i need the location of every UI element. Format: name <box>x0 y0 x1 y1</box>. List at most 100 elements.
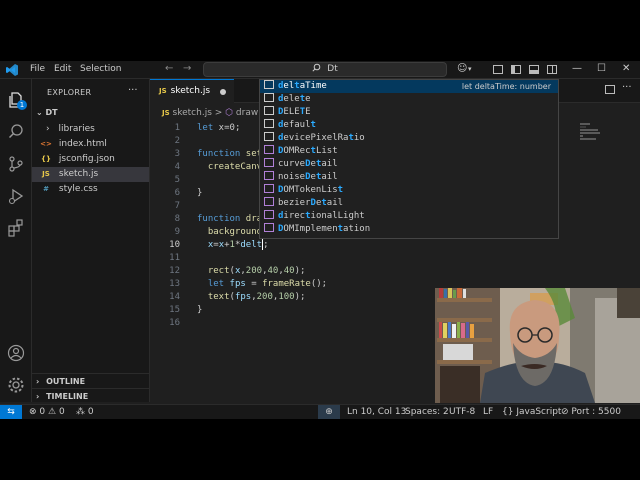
tree-item-label: libraries <box>58 124 95 134</box>
tree-item-libraries[interactable]: › libraries <box>32 122 149 137</box>
tree-item-jsconfig-json[interactable]: {} jsconfig.json <box>32 152 149 167</box>
breadcrumb-symbol[interactable]: draw <box>236 108 258 118</box>
code-line[interactable]: } <box>197 304 202 317</box>
code-line[interactable]: function dra <box>197 213 262 226</box>
code-line[interactable]: background <box>197 226 262 239</box>
suggestion-item[interactable]: DOMTokenList <box>260 184 558 197</box>
breadcrumb-separator: > <box>214 108 223 118</box>
code-token: 40 <box>283 266 295 276</box>
menu-edit[interactable]: Edit <box>54 64 71 74</box>
suggestion-item[interactable]: bezierDetail <box>260 197 558 210</box>
unsaved-dot-icon[interactable] <box>220 89 226 95</box>
suggestion-text: ionalLight <box>310 211 365 221</box>
copilot-icon[interactable]: ☺ <box>457 63 467 74</box>
tree-item-index-html[interactable]: <> index.html <box>32 137 149 152</box>
extensions-icon[interactable] <box>7 219 25 237</box>
menu-selection[interactable]: Selection <box>80 64 121 74</box>
code-line[interactable]: function set <box>197 148 262 161</box>
more-actions-icon[interactable]: ··· <box>622 82 632 93</box>
indentation[interactable]: Spaces: 2 <box>405 405 449 419</box>
suggestion-text: ele <box>283 94 300 104</box>
toggle-secondary-sidebar-icon[interactable] <box>529 65 539 74</box>
chevron-down-icon[interactable]: ▾ <box>468 65 472 73</box>
suggestion-item[interactable]: noiseDetail <box>260 171 558 184</box>
line-number: 2 <box>174 136 180 146</box>
line-number: 11 <box>169 253 180 263</box>
suggestion-item[interactable]: delete <box>260 93 558 106</box>
suggestion-text: OMImplemen <box>283 224 338 234</box>
suggestion-item[interactable]: deltaTime let deltaTime: number <box>260 80 558 93</box>
ports-indicator[interactable]: ⁂ 0 <box>76 405 94 419</box>
split-editor-icon[interactable] <box>605 85 615 94</box>
code-token: } <box>197 188 203 198</box>
code-token: ; <box>263 240 269 250</box>
code-token: let <box>207 279 225 289</box>
tab-sketch-js[interactable]: JS sketch.js <box>150 79 234 103</box>
end-of-line[interactable]: LF <box>483 405 493 419</box>
toggle-panel-icon[interactable] <box>511 65 521 74</box>
language-label: JavaScript <box>516 407 562 417</box>
cursor-position[interactable]: Ln 10, Col 13 <box>347 405 406 419</box>
back-arrow-icon[interactable]: ← <box>165 63 173 74</box>
outline-section[interactable]: › OUTLINE <box>32 373 149 388</box>
run-debug-icon[interactable] <box>7 187 25 205</box>
suggestion-item[interactable]: curveDetail <box>260 158 558 171</box>
code-line[interactable]: x=x+1*delt; <box>197 239 268 252</box>
code-line[interactable]: text(fps,200,100); <box>197 291 306 304</box>
suggestion-item[interactable]: default <box>260 119 558 132</box>
code-line[interactable]: createCanv <box>197 161 262 174</box>
property-cube-icon <box>264 184 274 193</box>
folder-header[interactable]: ⌄ DT <box>36 108 58 117</box>
forward-arrow-icon[interactable]: → <box>183 63 191 74</box>
variable-icon <box>264 106 274 115</box>
more-actions-icon[interactable]: ··· <box>128 85 138 96</box>
toggle-primary-sidebar-icon[interactable] <box>493 65 503 74</box>
autocomplete-suggest-widget[interactable]: deltaTime let deltaTime: number delete DELE… <box>259 79 559 239</box>
problems-indicator[interactable]: ⊗ 0 ⚠ 0 <box>29 405 65 419</box>
tree-item-label: style.css <box>58 184 98 194</box>
suggestion-text: OMRec <box>283 146 311 156</box>
maximize-icon[interactable]: ☐ <box>597 63 606 74</box>
live-server-port[interactable]: ⊘ Port : 5500 <box>561 405 621 419</box>
account-icon[interactable] <box>7 344 25 362</box>
source-control-icon[interactable] <box>7 155 25 173</box>
code-token: 200 <box>256 292 273 302</box>
zoom-icon[interactable]: ⊕ <box>318 405 340 419</box>
customize-layout-icon[interactable] <box>547 65 557 74</box>
encoding[interactable]: UTF-8 <box>449 405 475 419</box>
code-token: rect <box>207 266 230 276</box>
status-bar: ⇆ ⊗ 0 ⚠ 0 ⁂ 0 ⊕ Ln 10, Col 13 Spaces: 2 … <box>0 404 640 419</box>
close-icon[interactable]: ✕ <box>622 63 630 74</box>
code-line[interactable]: rect(x,200,40,40); <box>197 265 306 278</box>
remote-indicator-icon[interactable]: ⇆ <box>0 405 22 419</box>
ports-icon: ⁂ <box>76 407 85 417</box>
suggestion-text: curve <box>278 159 306 169</box>
code-line[interactable]: let fps = frameRate(); <box>197 278 327 291</box>
suggestion-item[interactable]: DELETE <box>260 106 558 119</box>
title-bar: File Edit Selection ← → Dt ☺ ▾ — ☐ ✕ <box>0 61 640 79</box>
settings-gear-icon[interactable] <box>7 376 25 394</box>
search-icon[interactable] <box>7 123 25 141</box>
port-label: Port : 5500 <box>571 407 621 417</box>
webcam-overlay <box>435 288 640 403</box>
suggestion-item[interactable]: DOMImplementation <box>260 223 558 236</box>
suggestion-item[interactable]: directionalLight <box>260 210 558 223</box>
menu-file[interactable]: File <box>30 64 45 74</box>
tree-item-sketch-js[interactable]: JS sketch.js <box>32 167 149 182</box>
line-number: 1 <box>174 123 180 133</box>
tree-item-label: jsconfig.json <box>58 154 115 164</box>
timeline-section[interactable]: › TIMELINE <box>32 388 149 403</box>
property-cube-icon <box>264 145 274 154</box>
code-token: background <box>207 227 263 237</box>
tree-item-style-css[interactable]: # style.css <box>32 182 149 197</box>
code-line[interactable]: let x=0; <box>197 122 240 135</box>
breadcrumb-file[interactable]: sketch.js <box>173 108 212 118</box>
suggestion-item[interactable]: DOMRectList <box>260 145 558 158</box>
command-center-search[interactable]: Dt <box>203 62 447 77</box>
line-number: 3 <box>174 149 180 159</box>
language-mode[interactable]: {} JavaScript <box>502 405 561 419</box>
minimap[interactable] <box>580 123 610 143</box>
code-line[interactable]: } <box>197 187 202 200</box>
suggestion-item[interactable]: devicePixelRatio <box>260 132 558 145</box>
minimize-icon[interactable]: — <box>572 63 582 74</box>
